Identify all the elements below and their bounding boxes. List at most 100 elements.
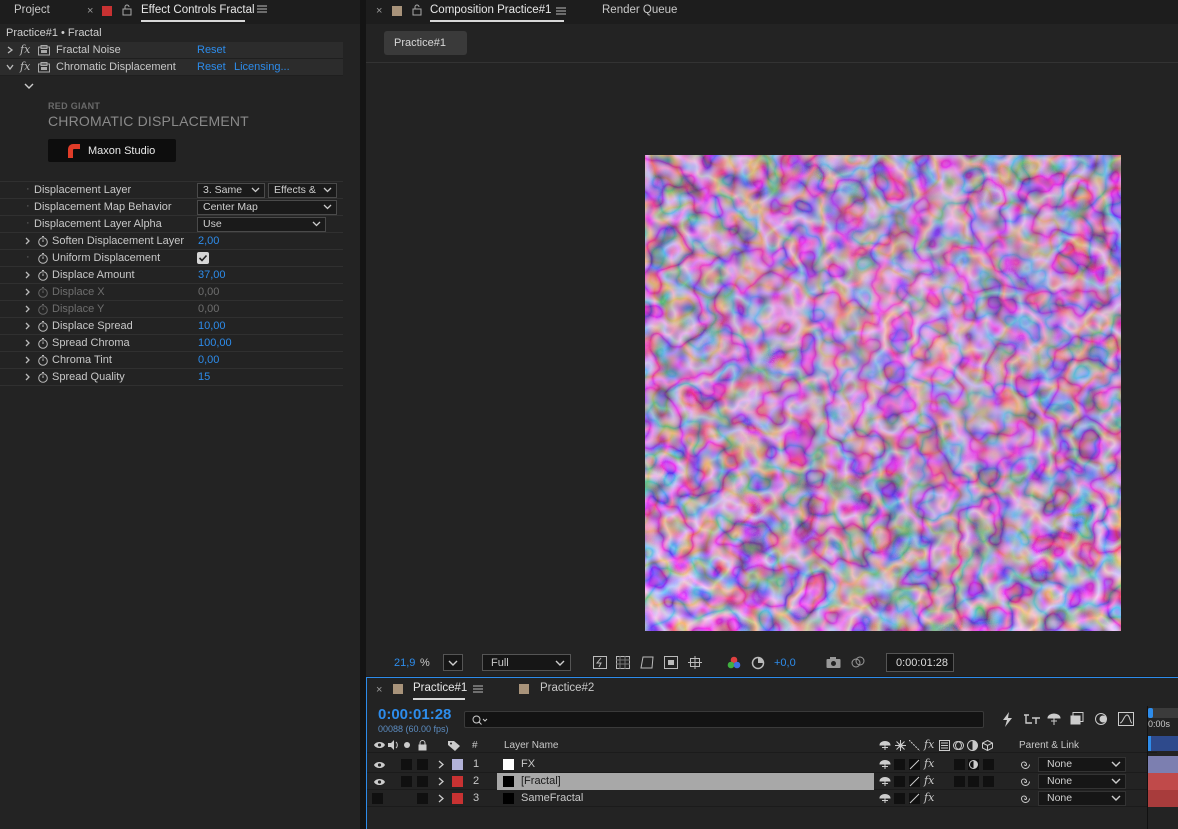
panel-menu-icon[interactable] — [473, 684, 483, 694]
layer-select-dropdown[interactable]: 3. Same — [197, 183, 265, 198]
stopwatch-icon[interactable] — [37, 303, 49, 315]
close-icon[interactable]: × — [376, 5, 382, 17]
layer-duration-bar[interactable] — [1148, 773, 1178, 790]
eye-icon[interactable] — [374, 741, 385, 749]
chevron-right-icon[interactable] — [24, 288, 32, 296]
quality-switch[interactable] — [909, 759, 920, 770]
fx-icon[interactable]: fx — [20, 43, 30, 56]
graph-editor-icon[interactable] — [1118, 712, 1134, 726]
fast-preview-icon[interactable] — [593, 656, 607, 669]
zoom-dropdown[interactable] — [443, 654, 463, 671]
adjustment-switch[interactable] — [968, 776, 979, 787]
channels-icon[interactable] — [727, 656, 741, 670]
quality-switch[interactable] — [909, 776, 920, 787]
stopwatch-icon[interactable] — [37, 320, 49, 332]
lock-toggle[interactable] — [417, 793, 428, 804]
stopwatch-icon[interactable] — [37, 252, 49, 264]
viewer-timecode-field[interactable]: 0:00:01:28 — [886, 653, 954, 672]
prop-value[interactable]: 37,00 — [198, 269, 226, 281]
licensing-link[interactable]: Licensing... — [234, 61, 290, 73]
visibility-toggle[interactable] — [372, 793, 383, 804]
adjustment-switch[interactable] — [968, 759, 979, 770]
timeline-layer-row-selected[interactable]: 2 [Fractal] fx None — [367, 773, 1157, 790]
column-parent-link[interactable]: Parent & Link — [1019, 740, 1079, 751]
fractal-render-preview[interactable] — [645, 155, 1121, 631]
collapse-switch-icon[interactable] — [895, 740, 906, 751]
label-color-swatch[interactable] — [452, 759, 463, 770]
prop-value[interactable]: 2,00 — [198, 235, 219, 247]
grid-guides-icon[interactable] — [688, 656, 702, 669]
layer-name[interactable]: SameFractal — [521, 792, 583, 804]
chevron-right-icon[interactable] — [24, 305, 32, 313]
label-tag-icon[interactable] — [448, 740, 460, 751]
effect-switch-icon[interactable]: fx — [924, 738, 934, 751]
source-select-dropdown[interactable]: Effects & — [268, 183, 337, 198]
column-number[interactable]: # — [472, 740, 478, 751]
panel-menu-icon[interactable] — [556, 6, 566, 16]
timeline-tab-practice2[interactable]: Practice#2 — [540, 682, 594, 694]
pick-whip-icon[interactable] — [1020, 759, 1031, 770]
shy-switch-icon[interactable] — [879, 740, 891, 750]
chevron-right-icon[interactable] — [6, 46, 14, 54]
motion-blur-switch[interactable] — [954, 776, 965, 787]
lock-toggle[interactable] — [417, 759, 428, 770]
quality-switch[interactable] — [909, 793, 920, 804]
lock-toggle[interactable] — [417, 776, 428, 787]
quality-switch-icon[interactable] — [909, 740, 920, 751]
chevron-right-icon[interactable] — [438, 794, 445, 803]
close-icon[interactable]: × — [87, 5, 93, 17]
timeline-tab-practice1[interactable]: Practice#1 — [413, 682, 467, 694]
pick-whip-icon[interactable] — [1020, 793, 1031, 804]
label-color-swatch[interactable] — [452, 776, 463, 787]
work-area-start-handle[interactable] — [1148, 708, 1153, 718]
chevron-right-icon[interactable] — [24, 356, 32, 364]
3d-switch[interactable] — [983, 759, 994, 770]
chevron-down-icon[interactable] — [24, 82, 34, 90]
shy-switch-icon[interactable] — [879, 759, 891, 770]
collapse-switch[interactable] — [894, 793, 905, 804]
layer-duration-bar[interactable] — [1148, 790, 1178, 807]
effect-chromatic-displacement[interactable]: fx Chromatic Displacement Reset Licensin… — [0, 59, 343, 76]
3d-switch[interactable] — [983, 776, 994, 787]
tab-effect-controls[interactable]: Effect Controls Fractal — [141, 4, 255, 16]
timeline-layer-row[interactable]: 1 FX fx None — [367, 756, 1157, 773]
chevron-right-icon[interactable] — [24, 271, 32, 279]
chevron-right-icon[interactable] — [24, 339, 32, 347]
stopwatch-icon[interactable] — [37, 371, 49, 383]
eye-icon[interactable] — [374, 761, 385, 769]
chevron-right-icon[interactable] — [438, 777, 445, 786]
draft-3d-icon[interactable] — [1001, 712, 1013, 727]
reset-exposure-icon[interactable] — [751, 656, 765, 670]
camera-icon[interactable] — [826, 656, 841, 669]
3d-layer-switch-icon[interactable] — [982, 740, 993, 751]
motion-blur-icon[interactable] — [1094, 712, 1108, 726]
region-of-interest-icon[interactable] — [664, 656, 678, 669]
timeline-layer-row[interactable]: 3 SameFractal fx None — [367, 790, 1157, 807]
uniform-displacement-checkbox[interactable] — [197, 252, 209, 264]
tab-composition[interactable]: Composition Practice#1 — [430, 4, 551, 16]
shy-switch-icon[interactable] — [879, 776, 891, 787]
effect-fractal-noise[interactable]: fx Fractal Noise Reset — [0, 42, 343, 59]
shy-layers-icon[interactable] — [1047, 712, 1061, 726]
motion-blur-switch[interactable] — [954, 759, 965, 770]
chevron-right-icon[interactable] — [24, 322, 32, 330]
composition-viewer[interactable] — [366, 62, 1178, 648]
close-icon[interactable]: × — [376, 684, 382, 696]
layer-search-field[interactable] — [464, 711, 984, 728]
parent-dropdown[interactable]: None — [1038, 774, 1126, 789]
stopwatch-icon[interactable] — [37, 354, 49, 366]
parent-dropdown[interactable]: None — [1038, 757, 1126, 772]
transparency-grid-icon[interactable] — [616, 656, 630, 669]
layer-alpha-dropdown[interactable]: Use — [197, 217, 326, 232]
prop-value[interactable]: 10,00 — [198, 320, 226, 332]
maxon-studio-button[interactable]: Maxon Studio — [48, 139, 176, 162]
solo-toggle[interactable] — [401, 759, 412, 770]
zoom-value[interactable]: 21,9 — [394, 657, 415, 669]
effect-switch-icon[interactable]: fx — [924, 757, 934, 770]
chevron-down-icon[interactable] — [6, 63, 14, 71]
collapse-switch[interactable] — [894, 759, 905, 770]
shy-switch-icon[interactable] — [879, 793, 891, 804]
effect-switch-icon[interactable]: fx — [924, 774, 934, 787]
current-timecode[interactable]: 0:00:01:28 — [378, 706, 451, 723]
chevron-right-icon[interactable] — [24, 237, 32, 245]
